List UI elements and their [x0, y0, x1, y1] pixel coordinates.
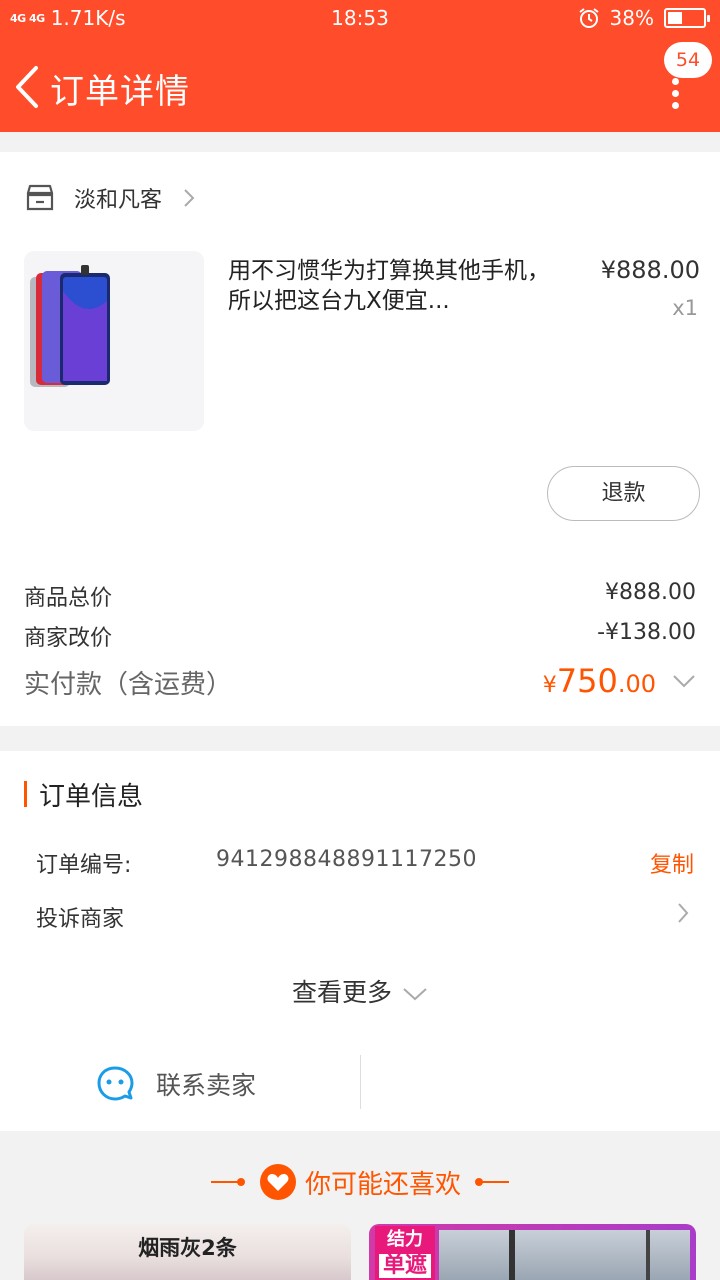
- refund-button[interactable]: 退款: [547, 466, 700, 521]
- paid-label: 实付款（含运费）: [24, 670, 233, 700]
- seller-adjust-row: 商家改价 -¥138.00: [24, 620, 696, 652]
- paid-amount: ¥750.00: [542, 662, 656, 700]
- order-number-label: 订单编号:: [36, 853, 132, 878]
- recommend-title: 你可能还喜欢: [304, 1169, 461, 1200]
- chevron-down-icon: [403, 988, 427, 1001]
- shop-icon: [26, 184, 54, 211]
- divider: [360, 1055, 361, 1109]
- chat-bubble-icon: [97, 1066, 134, 1101]
- order-item-card: 淡和凡客 用不习惯华为打算换其他手机，所以把这台九X便宜... ¥888.00 …: [0, 152, 720, 726]
- recommend-card[interactable]: 烟雨灰2条: [24, 1224, 351, 1280]
- top-bar: 4G 4G 1.71K/s 18:53 38% 订单详情 54: [0, 0, 720, 132]
- order-info-card: 订单信息 订单编号: 941298848891117250 复制 投诉商家 查看…: [0, 751, 720, 1131]
- seller-adjust-label: 商家改价: [24, 626, 113, 651]
- heart-icon: [259, 1164, 296, 1200]
- chevron-right-icon: [184, 189, 195, 207]
- see-more-button[interactable]: 查看更多: [0, 973, 720, 1009]
- recommend-card-caption: 烟雨灰2条: [138, 1236, 237, 1260]
- more-menu-icon[interactable]: [670, 78, 680, 109]
- status-bar: 4G 4G 1.71K/s 18:53 38%: [0, 0, 720, 40]
- message-count-badge[interactable]: 54: [664, 42, 712, 78]
- promo-tag: 结力 单遮: [375, 1226, 435, 1280]
- page-title: 订单详情: [50, 72, 190, 112]
- chevron-down-icon[interactable]: [672, 674, 696, 688]
- back-arrow-icon[interactable]: [12, 64, 42, 110]
- shop-name: 淡和凡客: [74, 188, 163, 213]
- seller-adjust-value: -¥138.00: [597, 620, 696, 645]
- product-title[interactable]: 用不习惯华为打算换其他手机，所以把这台九X便宜...: [228, 256, 558, 316]
- recommend-card[interactable]: 结力 单遮: [369, 1224, 696, 1280]
- product-thumbnail[interactable]: [24, 251, 204, 431]
- goods-total-label: 商品总价: [24, 586, 113, 611]
- order-number-value: 941298848891117250: [216, 847, 477, 872]
- product-image: [439, 1230, 690, 1280]
- contact-seller-label: 联系卖家: [156, 1071, 257, 1100]
- complain-seller-link[interactable]: 投诉商家: [36, 901, 124, 933]
- goods-total-row: 商品总价 ¥888.00: [24, 580, 696, 612]
- nav-header: 订单详情: [0, 48, 720, 124]
- battery-icon: [664, 8, 710, 28]
- copy-button[interactable]: 复制: [650, 847, 694, 879]
- section-title: 订单信息: [24, 779, 143, 812]
- chevron-right-icon: [678, 903, 689, 923]
- shop-row[interactable]: 淡和凡客: [24, 178, 196, 218]
- contact-seller-button[interactable]: 联系卖家: [96, 1065, 256, 1103]
- product-price: ¥888.00: [600, 256, 700, 284]
- product-quantity: x1: [672, 296, 698, 320]
- battery-percent: 38%: [609, 6, 654, 30]
- goods-total-value: ¥888.00: [605, 580, 696, 605]
- alarm-icon: [578, 8, 599, 28]
- recommend-header: 你可能还喜欢: [0, 1160, 720, 1201]
